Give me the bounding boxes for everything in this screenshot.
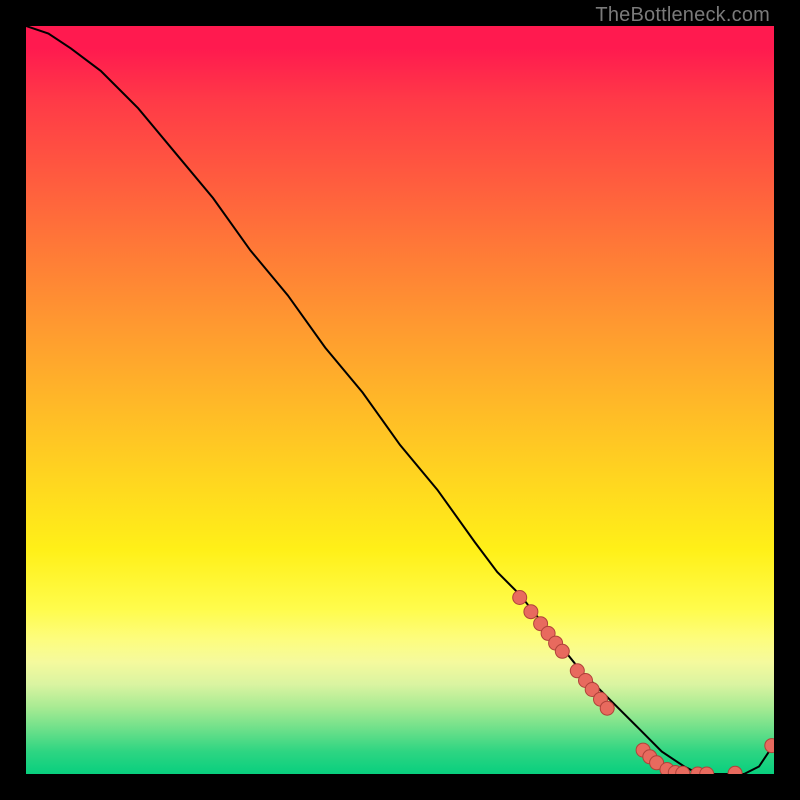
data-marker (600, 701, 614, 715)
bottleneck-curve (26, 26, 774, 774)
data-marker (524, 605, 538, 619)
data-marker (513, 591, 527, 605)
plot-area (26, 26, 774, 774)
chart-svg (26, 26, 774, 774)
marker-group (513, 591, 774, 775)
chart-stage: TheBottleneck.com (0, 0, 800, 800)
data-marker (728, 766, 742, 774)
data-marker (765, 739, 774, 753)
data-marker (555, 644, 569, 658)
watermark-text: TheBottleneck.com (595, 4, 770, 27)
